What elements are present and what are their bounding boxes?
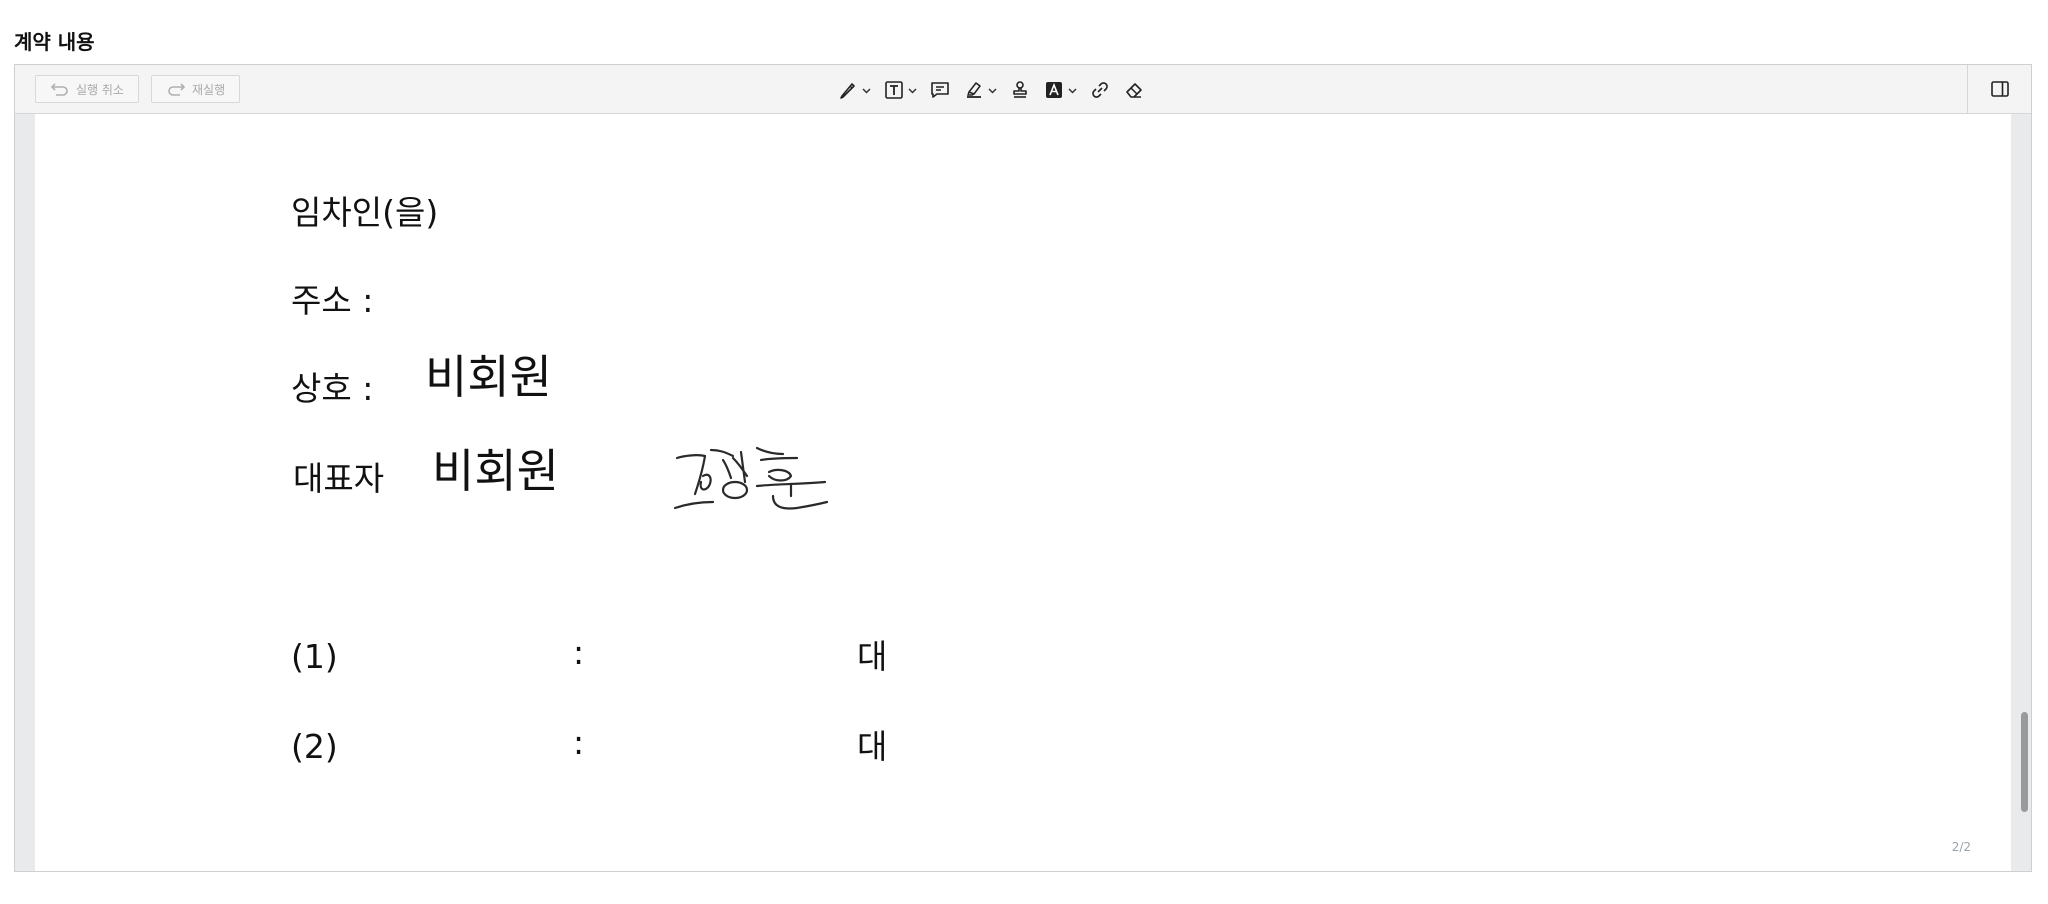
undo-label: 실행 취소 xyxy=(76,82,124,97)
text-color-tool[interactable] xyxy=(1043,78,1077,102)
vertical-scrollbar[interactable] xyxy=(2017,114,2029,871)
chevron-down-icon xyxy=(908,87,917,94)
item-1-number: (1) xyxy=(291,637,338,676)
eraser-tool[interactable] xyxy=(1123,78,1145,102)
text-box-icon xyxy=(885,81,903,99)
document-page: 임차인(을) 주소 : 상호 : 비회원 대표자 비회원 (1): 대 (2)… xyxy=(35,114,2011,871)
annotation-tools xyxy=(837,78,1157,102)
highlighter-icon xyxy=(967,82,981,98)
pdf-editor: 실행 취소 재실행 임차인(을) 주소: 상호: 비회원 대표자 비회원 (… xyxy=(14,64,2032,872)
tenant-heading: 임차인(을) xyxy=(291,193,439,232)
pen-icon xyxy=(840,83,855,99)
section-title: 계약 내용 xyxy=(14,30,95,54)
undo-icon xyxy=(50,83,68,96)
link-tool[interactable] xyxy=(1089,78,1111,102)
stamp-icon xyxy=(1013,81,1027,98)
stamp-tool[interactable] xyxy=(1009,78,1031,102)
item-1-colon: : xyxy=(573,633,585,672)
text-tool[interactable] xyxy=(883,78,917,102)
editor-toolbar: 실행 취소 재실행 xyxy=(15,65,2031,114)
company-value[interactable]: 비회원 xyxy=(425,354,552,400)
representative-label: 대표자 xyxy=(293,459,385,498)
scrollbar-thumb[interactable] xyxy=(2021,712,2028,812)
sidebar-panel-icon xyxy=(1990,81,2009,97)
highlighter-tool[interactable] xyxy=(963,78,997,102)
chevron-down-icon xyxy=(1068,87,1077,94)
redo-button[interactable]: 재실행 xyxy=(151,75,241,103)
comment-icon xyxy=(931,82,949,98)
chevron-down-icon xyxy=(988,87,997,94)
representative-value[interactable]: 비회원 xyxy=(432,448,559,494)
item-2-suffix: 대 xyxy=(857,727,888,766)
redo-icon xyxy=(168,83,186,96)
item-2-number: (2) xyxy=(291,727,338,766)
text-color-icon xyxy=(1046,82,1062,98)
address-label: 주소 : xyxy=(291,281,374,320)
chevron-down-icon xyxy=(862,87,871,94)
comment-tool[interactable] xyxy=(929,78,951,102)
item-1-suffix: 대 xyxy=(857,637,888,676)
side-panel-toggle-button[interactable] xyxy=(1967,65,2031,113)
pen-tool[interactable] xyxy=(837,78,871,102)
eraser-icon xyxy=(1126,83,1142,98)
undo-button[interactable]: 실행 취소 xyxy=(35,75,139,103)
item-2-colon: : xyxy=(573,723,585,762)
redo-label: 재실행 xyxy=(192,82,226,97)
handwritten-signature[interactable] xyxy=(673,446,833,518)
company-label: 상호 : xyxy=(291,369,374,408)
link-icon xyxy=(1092,82,1108,98)
page-indicator: 2/2 xyxy=(1951,840,1971,854)
